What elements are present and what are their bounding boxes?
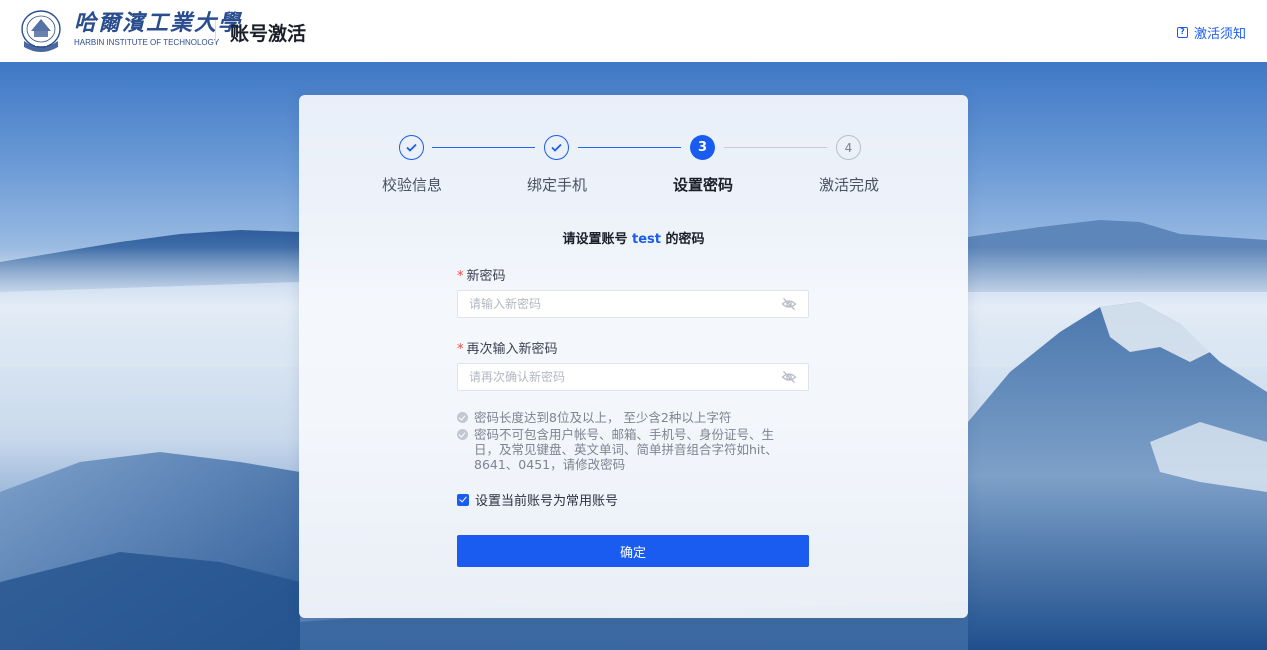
password-rule-content: 密码不可包含用户帐号、邮箱、手机号、身份证号、生日，及常见键盘、英文单词、简单拼…: [457, 427, 787, 472]
step-connector-1: [432, 147, 535, 148]
password-rule-text: 密码长度达到8位及以上， 至少含2种以上字符: [474, 410, 732, 425]
activation-card: 3 4 校验信息 绑定手机 设置密码 激活完成 请设置账号 test 的密码 *…: [299, 95, 968, 618]
confirm-password-label: * 再次输入新密码: [457, 338, 558, 357]
university-seal-logo: [21, 10, 61, 52]
new-password-input[interactable]: [469, 297, 781, 311]
new-password-label: * 新密码: [457, 265, 506, 284]
page-title: 账号激活: [230, 23, 307, 45]
top-bar: 哈爾濱工業大學 HARBIN INSTITUTE OF TECHNOLOGY 账…: [0, 0, 1267, 62]
step-connector-3: [724, 147, 827, 148]
university-name-logo: 哈爾濱工業大學 HARBIN INSTITUTE OF TECHNOLOGY: [74, 11, 242, 47]
header-divider: [215, 20, 216, 44]
account-name: test: [632, 232, 661, 247]
check-icon: [551, 143, 562, 152]
eye-off-icon[interactable]: [781, 297, 797, 311]
password-rule-length: 密码长度达到8位及以上， 至少含2种以上字符: [457, 410, 787, 425]
step-label-verify: 校验信息: [381, 176, 442, 194]
prompt-suffix: 的密码: [665, 232, 705, 247]
new-password-field[interactable]: [457, 290, 809, 318]
university-name-en: HARBIN INSTITUTE OF TECHNOLOGY: [74, 38, 220, 47]
eye-off-icon[interactable]: [781, 370, 797, 384]
confirm-password-field[interactable]: [457, 363, 809, 391]
step-label-set-password: 设置密码: [672, 176, 733, 194]
university-name-cn: 哈爾濱工業大學: [74, 10, 243, 36]
prompt-prefix: 请设置账号: [562, 232, 628, 247]
common-account-label: 设置当前账号为常用账号: [475, 494, 619, 509]
step-4-pending-indicator: 4: [836, 135, 861, 160]
question-icon: ?: [1176, 27, 1188, 38]
confirm-password-input[interactable]: [469, 370, 781, 384]
common-account-checkbox[interactable]: 设置当前账号为常用账号: [457, 490, 618, 509]
checkbox-checked-icon[interactable]: [457, 493, 469, 506]
confirm-password-label-text: 再次输入新密码: [466, 342, 558, 357]
check-circle-icon: [457, 429, 468, 440]
step-connector-2: [578, 147, 681, 148]
activation-notice-label: 激活须知: [1193, 27, 1246, 42]
confirm-button[interactable]: 确定: [457, 535, 809, 567]
password-rule-text: 密码不可包含用户帐号、邮箱、手机号、身份证号、生日，及常见键盘、英文单词、简单拼…: [474, 427, 778, 472]
check-circle-icon: [457, 412, 468, 423]
step-2-done-icon: [544, 135, 569, 160]
password-rules: 密码长度达到8位及以上， 至少含2种以上字符 密码不可包含用户帐号、邮箱、手机号…: [457, 410, 787, 474]
required-mark: *: [457, 269, 464, 284]
step-3-active-indicator: 3: [690, 135, 715, 160]
check-icon: [406, 143, 417, 152]
required-mark: *: [457, 342, 464, 357]
step-1-done-icon: [399, 135, 424, 160]
set-password-prompt: 请设置账号 test 的密码: [299, 228, 968, 247]
step-label-complete: 激活完成: [818, 176, 879, 194]
activation-notice-link[interactable]: ? 激活须知: [1176, 23, 1246, 42]
new-password-label-text: 新密码: [466, 269, 506, 284]
step-label-bind-phone: 绑定手机: [526, 176, 587, 194]
